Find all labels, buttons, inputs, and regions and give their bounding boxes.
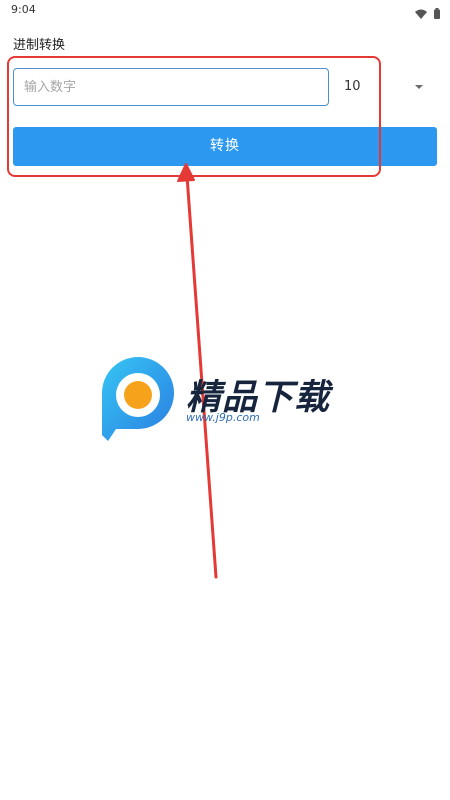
status-icons — [415, 4, 440, 23]
wifi-icon — [415, 4, 427, 23]
dropdown-arrow-icon[interactable] — [415, 85, 423, 89]
status-time: 9:04 — [11, 3, 36, 16]
watermark-logo: 精品下载 www.j9p.com — [98, 357, 358, 447]
annotation-highlight-box — [7, 56, 381, 177]
battery-icon — [434, 4, 440, 23]
p-logo-icon — [98, 357, 178, 451]
app-screen: 9:04 进制转换 10 转换 — [0, 0, 450, 800]
watermark-url: www.j9p.com — [186, 411, 260, 424]
status-bar: 9:04 — [0, 0, 450, 20]
page-title: 进制转换 — [13, 38, 66, 53]
